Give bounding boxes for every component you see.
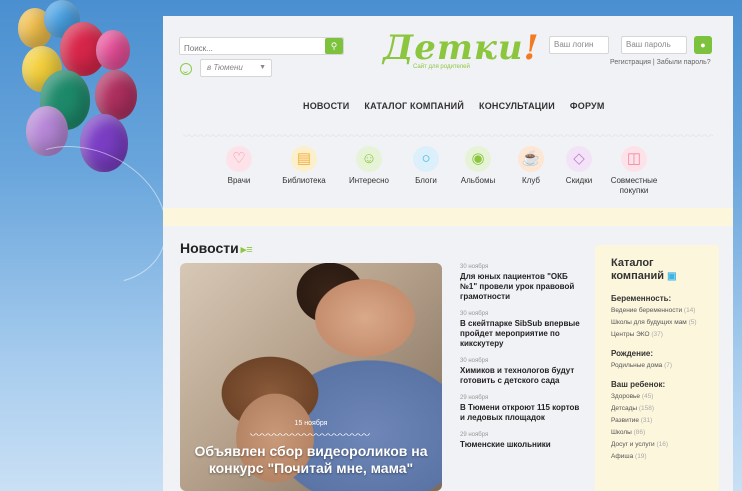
login-field[interactable]: Ваш логин — [549, 36, 609, 54]
news-date: 30 ноября — [460, 264, 489, 270]
chevron-down-icon: ▼ — [259, 64, 266, 71]
smile-icon — [180, 63, 192, 75]
catalog-group-title: Ваш ребенок: — [611, 380, 666, 389]
city-value: в Тюмени — [207, 63, 243, 72]
news-headline: В Тюмени откроют 115 кортов и ледовых пл… — [460, 403, 580, 422]
news-item[interactable]: 30 ноября В скейтпарке SibSub впервые пр… — [460, 311, 584, 349]
feature-title: Объявлен сбор видеороликов на конкурс "П… — [194, 443, 428, 476]
news-headline: Тюменские школьники — [460, 440, 551, 449]
catalog-link[interactable]: Детсады (158) — [611, 405, 703, 412]
feature-date: 15 ноября — [294, 420, 328, 427]
page-container: ⚲ в Тюмени ▼ Детки! Сайт для родителей В… — [163, 16, 733, 491]
catalog-panel: Каталог компаний ▣ Беременность: Ведение… — [595, 245, 719, 491]
catalog-link[interactable]: Центры ЭКО (37) — [611, 331, 703, 338]
feature-divider — [250, 433, 370, 437]
wavy-divider — [183, 134, 713, 138]
news-date: 29 ноября — [460, 432, 489, 438]
news-list: 30 ноября Для юных пациентов "ОКБ №1" пр… — [460, 264, 584, 459]
news-date: 30 ноября — [460, 358, 489, 364]
news-item[interactable]: 30 ноября Для юных пациентов "ОКБ №1" пр… — [460, 264, 584, 302]
smile-icon: ☺ — [356, 146, 382, 172]
catalog-title-text: Каталог компаний — [611, 257, 665, 282]
password-field[interactable]: Ваш пароль — [621, 36, 687, 54]
catalog-group-title: Беременность: — [611, 294, 672, 303]
catalog-group-child: Ваш ребенок: Здоровье (45) Детсады (158)… — [611, 380, 703, 460]
category-label: Совместные покупки — [610, 176, 658, 195]
site-logo[interactable]: Детки! — [383, 28, 540, 68]
news-headline: Для юных пациентов "ОКБ №1" провели урок… — [460, 272, 575, 301]
category-joint-purchases[interactable]: ◫ Совместные покупки — [599, 146, 669, 196]
banner-strip — [163, 208, 733, 226]
catalog-link[interactable]: Досуг и услуги (16) — [611, 441, 703, 448]
catalog-title[interactable]: Каталог компаний ▣ — [611, 257, 703, 283]
city-select[interactable]: в Тюмени ▼ — [200, 59, 272, 77]
catalog-link[interactable]: Афиша (19) — [611, 453, 703, 460]
search-input[interactable] — [180, 40, 310, 57]
news-headline: В скейтпарке SibSub впервые пройдет меро… — [460, 319, 580, 348]
news-item[interactable]: 30 ноября Химиков и технологов будут гот… — [460, 358, 584, 386]
search-box: ⚲ — [179, 37, 344, 57]
nav-news[interactable]: НОВОСТИ — [303, 101, 349, 111]
logo-tagline: Сайт для родителей — [413, 64, 470, 70]
category-doctors[interactable]: ♡ Врачи — [204, 146, 274, 186]
briefcase-icon: ▣ — [667, 271, 677, 282]
book-icon: ▤ — [291, 146, 317, 172]
nav-catalog[interactable]: КАТАЛОГ КОМПАНИЙ — [364, 101, 464, 111]
news-item[interactable]: 29 ноября В Тюмени откроют 115 кортов и … — [460, 395, 584, 423]
search-icon: ⚲ — [330, 41, 338, 51]
catalog-group-title: Рождение: — [611, 349, 653, 358]
category-label: Библиотека — [282, 176, 326, 185]
catalog-link[interactable]: Родильные дома (7) — [611, 362, 703, 369]
lock-icon: ● — [700, 40, 706, 50]
tag-icon: ◇ — [566, 146, 592, 172]
news-heading[interactable]: Новости ▸≡ — [180, 240, 253, 256]
cup-icon: ☕ — [518, 146, 544, 172]
register-links[interactable]: Регистрация | Забыли пароль? — [610, 59, 711, 66]
featured-news[interactable]: 15 ноября Объявлен сбор видеороликов на … — [180, 263, 442, 491]
catalog-link[interactable]: Школы (86) — [611, 429, 703, 436]
logo-mark: ! — [523, 28, 540, 68]
logo-text: Детки — [383, 28, 524, 68]
news-date: 29 ноября — [460, 395, 489, 401]
search-button[interactable]: ⚲ — [325, 38, 343, 54]
category-library[interactable]: ▤ Библиотека — [269, 146, 339, 186]
catalog-group-pregnancy: Беременность: Ведение беременности (14) … — [611, 294, 703, 338]
category-bar: ♡ Врачи ▤ Библиотека ☺ Интересно ○ Блоги… — [163, 146, 733, 206]
catalog-link[interactable]: Развитие (31) — [611, 417, 703, 424]
nav-consultations[interactable]: КОНСУЛЬТАЦИИ — [479, 101, 555, 111]
bag-icon: ◫ — [621, 146, 647, 172]
megaphone-icon: ▸≡ — [240, 244, 253, 256]
news-headline: Химиков и технологов будут готовить с де… — [460, 366, 575, 385]
category-label: Врачи — [227, 176, 251, 185]
news-title: Новости — [180, 240, 239, 256]
nav-forum[interactable]: ФОРУМ — [570, 101, 605, 111]
news-date: 30 ноября — [460, 311, 489, 317]
catalog-group-birth: Рождение: Родильные дома (7) — [611, 349, 703, 369]
login-button[interactable]: ● — [694, 36, 712, 54]
news-item[interactable]: 29 ноября Тюменские школьники — [460, 432, 584, 450]
chat-icon: ○ — [413, 146, 439, 172]
heart-icon: ♡ — [226, 146, 252, 172]
catalog-link[interactable]: Здоровье (45) — [611, 393, 703, 400]
camera-icon: ◉ — [465, 146, 491, 172]
main-nav: НОВОСТИ КАТАЛОГ КОМПАНИЙ КОНСУЛЬТАЦИИ ФО… — [303, 101, 605, 111]
catalog-link[interactable]: Ведение беременности (14) — [611, 307, 703, 314]
catalog-link[interactable]: Школы для будущих мам (5) — [611, 319, 703, 326]
